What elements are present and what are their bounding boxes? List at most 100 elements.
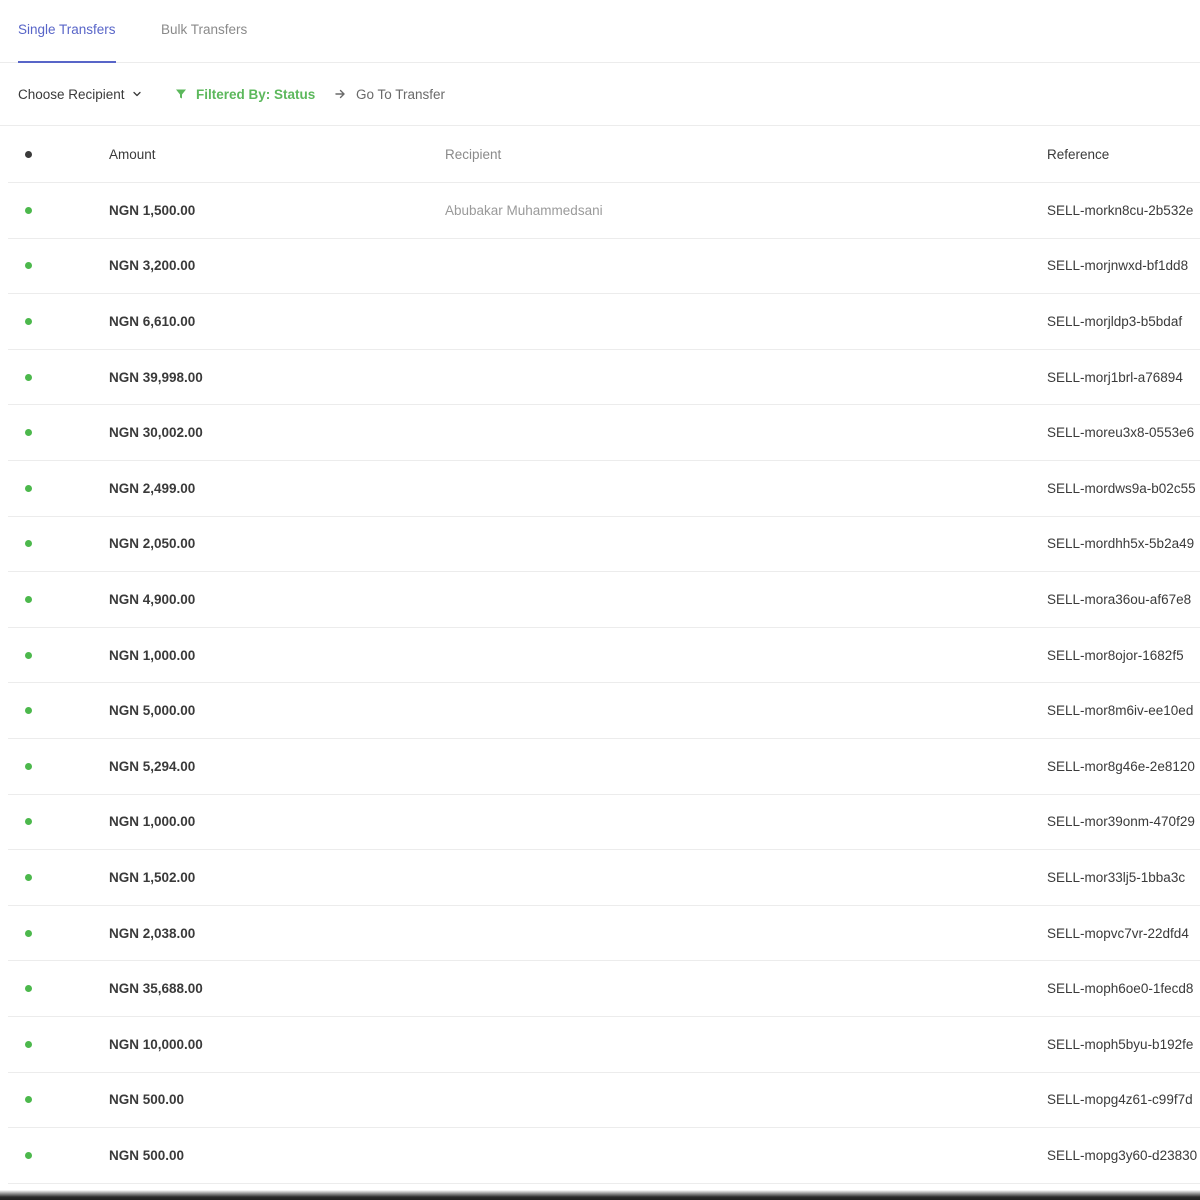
status-cell <box>22 405 34 460</box>
filter-icon <box>175 88 187 100</box>
status-cell <box>22 183 34 238</box>
status-dot-icon <box>24 1096 32 1104</box>
status-cell <box>22 906 34 961</box>
reference-cell: SELL-mor33lj5-1bba3c <box>1047 869 1186 885</box>
table-row[interactable]: NGN 1,000.00 SELL-mor39onm-470f29 <box>8 795 1200 851</box>
reference-cell: SELL-mordws9a-b02c55 <box>1047 480 1196 496</box>
amount-cell: NGN 35,688.00 <box>109 981 203 997</box>
amount-cell: NGN 500.00 <box>109 1147 185 1163</box>
table-header: Amount Recipient Reference <box>8 126 1200 183</box>
transfer-tabs: Single Transfers Bulk Transfers <box>0 0 1200 63</box>
table-row[interactable]: NGN 39,998.00 SELL-morj1brl-a76894 <box>8 350 1200 406</box>
table-row[interactable]: NGN 1,000.00 SELL-mor8ojor-1682f5 <box>8 628 1200 684</box>
table-row[interactable]: NGN 3,200.00 SELL-morjnwxd-bf1dd8 <box>8 239 1200 295</box>
arrow-right-icon <box>334 88 346 100</box>
status-dot-icon <box>24 150 32 158</box>
recipient-column-header[interactable]: Recipient <box>445 126 501 182</box>
table-row[interactable]: NGN 1,502.00 SELL-mor33lj5-1bba3c <box>8 850 1200 906</box>
status-filter-button[interactable]: Filtered By: Status <box>175 63 315 125</box>
reference-cell: SELL-moph6oe0-1fecd8 <box>1047 981 1194 997</box>
table-row[interactable]: NGN 5,000.00 SELL-mor8m6iv-ee10ed <box>8 683 1200 739</box>
table-row[interactable]: NGN 6,610.00 SELL-morjldp3-b5bdaf <box>8 294 1200 350</box>
table-row[interactable]: NGN 2,499.00 SELL-mordws9a-b02c55 <box>8 461 1200 517</box>
status-cell <box>22 1017 34 1072</box>
choose-recipient-dropdown[interactable]: Choose Recipient <box>18 63 142 125</box>
status-cell <box>22 1128 34 1183</box>
table-row[interactable]: NGN 2,050.00 SELL-mordhh5x-5b2a49 <box>8 517 1200 573</box>
reference-cell: SELL-moph5byu-b192fe <box>1047 1036 1194 1052</box>
amount-cell: NGN 1,000.00 <box>109 647 196 663</box>
status-dot-icon <box>24 707 32 715</box>
reference-cell: SELL-mor8ojor-1682f5 <box>1047 647 1184 663</box>
status-cell <box>22 350 34 405</box>
amount-cell: NGN 6,610.00 <box>109 313 196 329</box>
table-row[interactable]: NGN 500.00 SELL-mopg3y60-d23830 <box>8 1128 1200 1184</box>
amount-cell: NGN 1,000.00 <box>109 814 196 830</box>
amount-cell: NGN 3,200.00 <box>109 258 196 274</box>
status-cell <box>22 294 34 349</box>
status-dot-icon <box>24 1040 32 1048</box>
status-cell <box>22 683 34 738</box>
amount-cell: NGN 4,900.00 <box>109 591 196 607</box>
tab-single-transfers[interactable]: Single Transfers <box>18 0 116 63</box>
status-cell <box>22 961 34 1016</box>
status-dot-icon <box>24 595 32 603</box>
go-to-transfer-button[interactable]: Go To Transfer <box>334 63 445 125</box>
choose-recipient-label: Choose Recipient <box>18 86 125 102</box>
transfers-toolbar: Choose Recipient Filtered By: Status Go … <box>0 63 1200 126</box>
status-cell <box>22 739 34 794</box>
table-row[interactable]: NGN 4,900.00 SELL-mora36ou-af67e8 <box>8 572 1200 628</box>
reference-cell: SELL-mordhh5x-5b2a49 <box>1047 536 1195 552</box>
amount-cell: NGN 2,050.00 <box>109 536 196 552</box>
reference-cell: SELL-mor8m6iv-ee10ed <box>1047 703 1194 719</box>
reference-cell: SELL-moreu3x8-0553e6 <box>1047 425 1195 441</box>
amount-column-header[interactable]: Amount <box>109 126 156 182</box>
reference-cell: SELL-mor8g46e-2e8120 <box>1047 758 1195 774</box>
status-column-header <box>22 126 34 182</box>
status-dot-icon <box>24 1151 32 1159</box>
amount-cell: NGN 500.00 <box>109 1092 185 1108</box>
status-cell <box>22 850 34 905</box>
table-row[interactable]: NGN 35,688.00 SELL-moph6oe0-1fecd8 <box>8 961 1200 1017</box>
status-dot-icon <box>24 206 32 214</box>
status-dot-icon <box>24 762 32 770</box>
status-dot-icon <box>24 484 32 492</box>
table-row[interactable]: NGN 500.00 SELL-mopg4z61-c99f7d <box>8 1073 1200 1129</box>
status-dot-icon <box>24 540 32 548</box>
reference-cell: SELL-mopg4z61-c99f7d <box>1047 1092 1193 1108</box>
status-dot-icon <box>24 373 32 381</box>
reference-cell: SELL-morjldp3-b5bdaf <box>1047 313 1183 329</box>
status-dot-icon <box>24 818 32 826</box>
table-row[interactable]: NGN 1,500.00 Abubakar Muhammedsani SELL-mo… <box>8 183 1200 239</box>
reference-cell: SELL-morjnwxd-bf1dd8 <box>1047 258 1189 274</box>
chevron-down-icon <box>132 89 142 99</box>
filter-label: Filtered By: Status <box>196 86 316 102</box>
status-dot-icon <box>24 317 32 325</box>
status-dot-icon <box>24 262 32 270</box>
tab-bulk-transfers[interactable]: Bulk Transfers <box>161 0 247 63</box>
status-cell <box>22 461 34 516</box>
table-row[interactable]: NGN 5,294.00 SELL-mor8g46e-2e8120 <box>8 739 1200 795</box>
table-row[interactable]: NGN 30,002.00 SELL-moreu3x8-0553e6 <box>8 405 1200 461</box>
table-row[interactable]: NGN 2,038.00 SELL-mopvc7vr-22dfd4 <box>8 906 1200 962</box>
amount-cell: NGN 2,499.00 <box>109 480 196 496</box>
status-cell <box>22 795 34 850</box>
amount-cell: NGN 2,038.00 <box>109 925 196 941</box>
amount-cell: NGN 39,998.00 <box>109 369 203 385</box>
status-cell <box>22 517 34 572</box>
reference-cell: SELL-morj1brl-a76894 <box>1047 369 1183 385</box>
table-row[interactable]: NGN 10,000.00 SELL-moph5byu-b192fe <box>8 1017 1200 1073</box>
reference-column-header[interactable]: Reference <box>1047 126 1109 182</box>
transfers-page: Single Transfers Bulk Transfers Choose R… <box>0 0 1200 1200</box>
status-dot-icon <box>24 651 32 659</box>
amount-cell: NGN 30,002.00 <box>109 425 203 441</box>
status-cell <box>22 1073 34 1128</box>
amount-cell: NGN 5,000.00 <box>109 703 196 719</box>
recipient-cell: Abubakar Muhammedsani <box>445 202 603 218</box>
status-dot-icon <box>24 985 32 993</box>
transfers-table: Amount Recipient Reference NGN 1,500.00 A… <box>8 126 1200 1184</box>
amount-cell: NGN 10,000.00 <box>109 1036 203 1052</box>
status-cell <box>22 239 34 294</box>
reference-cell: SELL-mor39onm-470f29 <box>1047 814 1195 830</box>
status-cell <box>22 572 34 627</box>
